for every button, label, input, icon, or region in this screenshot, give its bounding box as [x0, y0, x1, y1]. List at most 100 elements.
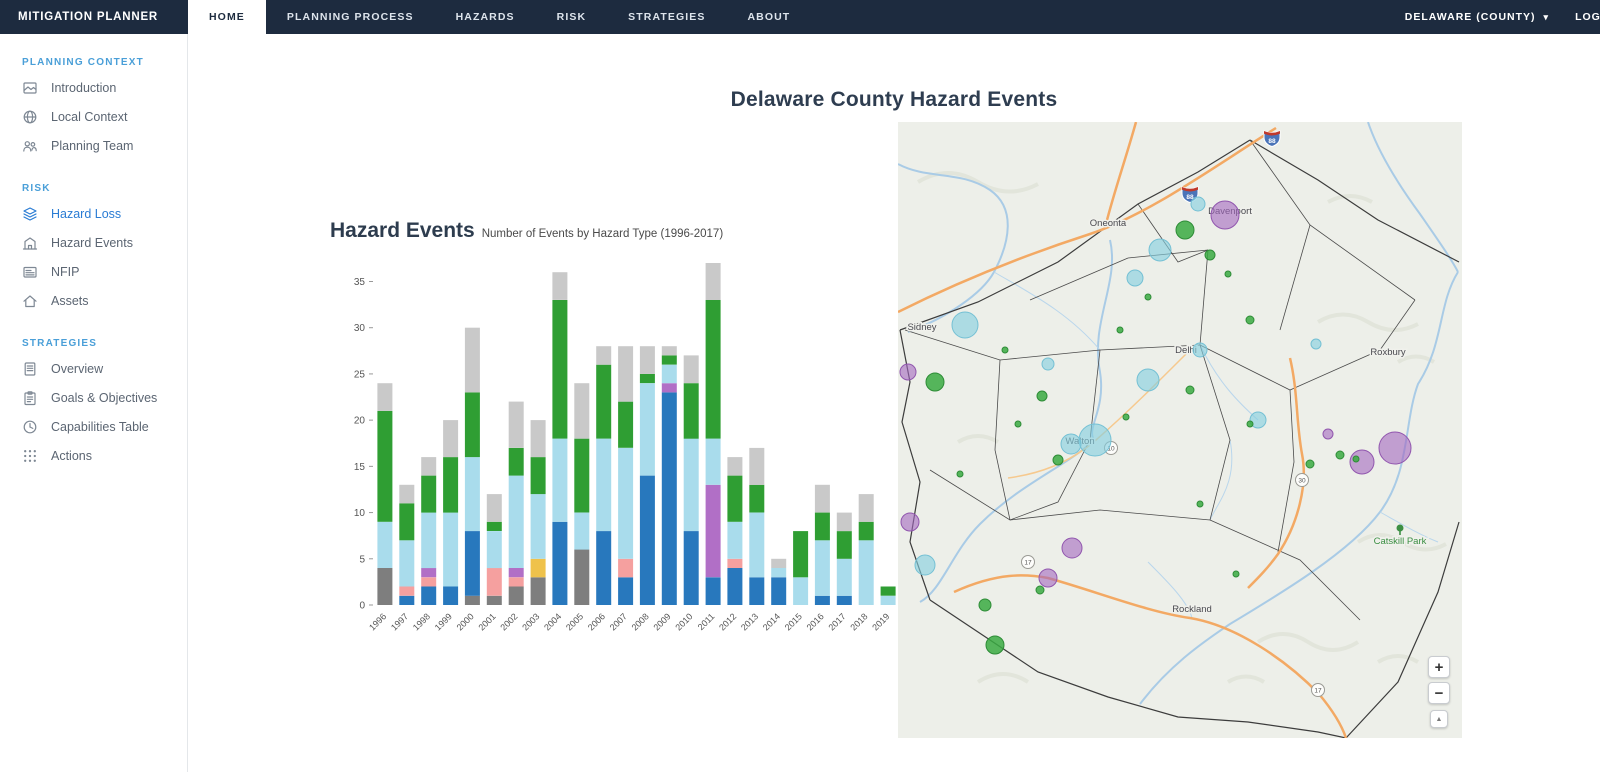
event-bubble: [1014, 420, 1022, 428]
event-bubble: [914, 554, 936, 576]
event-bubble: [1232, 570, 1240, 578]
event-bubble: [1078, 423, 1112, 457]
event-bubble: [925, 372, 945, 392]
top-navbar: MITIGATION PLANNER HOME PLANNING PROCESS H…: [0, 0, 1600, 34]
county-map-svg[interactable]: 888830101717OneontaDavenportSidneyDelhiR…: [898, 122, 1462, 738]
svg-text:2010: 2010: [673, 611, 694, 632]
event-bubble: [1116, 326, 1124, 334]
svg-text:2018: 2018: [848, 611, 869, 632]
svg-text:2004: 2004: [542, 611, 563, 632]
app-brand[interactable]: MITIGATION PLANNER: [0, 0, 188, 34]
event-bubble: [978, 598, 992, 612]
sidebar-item-goals-objectives[interactable]: Goals & Objectives: [0, 383, 187, 412]
sidebar-section-label-planning-context: PLANNING CONTEXT: [22, 57, 144, 68]
zoom-in-button[interactable]: +: [1428, 656, 1450, 678]
sidebar-item-local-context[interactable]: Local Context: [0, 102, 187, 131]
stacked-bar-chart: 0 5 10 15 20 25 30 35 1996 1997 1998 1999 2000 2001 20…: [330, 249, 910, 661]
event-bubble: [1224, 270, 1232, 278]
event-bubble: [1245, 315, 1255, 325]
svg-text:30: 30: [1298, 478, 1306, 485]
sidebar-item-hazard-loss[interactable]: Hazard Loss: [0, 199, 187, 228]
svg-text:1998: 1998: [411, 611, 432, 632]
y-axis: 0 5 10 15 20 25 30 35: [354, 277, 373, 612]
globe-icon: [22, 109, 38, 125]
svg-text:2011: 2011: [696, 611, 717, 632]
sidebar-item-actions[interactable]: Actions: [0, 441, 187, 470]
nav-item-home[interactable]: HOME: [188, 0, 266, 34]
app-root: MITIGATION PLANNER HOME PLANNING PROCESS H…: [0, 0, 1600, 772]
svg-text:2008: 2008: [630, 611, 651, 632]
bars: [377, 263, 896, 605]
picture-frame-icon: [22, 80, 38, 96]
svg-text:2019: 2019: [870, 611, 891, 632]
svg-text:15: 15: [354, 462, 366, 473]
svg-text:Catskill Park: Catskill Park: [1374, 536, 1427, 547]
event-bubble: [1322, 428, 1334, 440]
clock-icon: [22, 419, 38, 435]
sidebar-item-label: Introduction: [51, 80, 117, 95]
svg-text:35: 35: [354, 277, 366, 288]
sidebar: PLANNING CONTEXT Introduction Local Contex…: [0, 34, 188, 772]
chart-header: Hazard Events Number of Events by Hazard …: [330, 219, 910, 243]
nav-item-about[interactable]: ABOUT: [726, 0, 811, 34]
sidebar-item-introduction[interactable]: Introduction: [0, 73, 187, 102]
event-bubble: [951, 311, 979, 339]
event-bubble: [1246, 420, 1254, 428]
event-bubble: [1038, 568, 1058, 588]
sidebar-item-capabilities-table[interactable]: Capabilities Table: [0, 412, 187, 441]
sidebar-section-label-strategies: STRATEGIES: [22, 338, 98, 349]
sidebar-item-label: Capabilities Table: [51, 419, 149, 434]
nav-item-hazards[interactable]: HAZARDS: [435, 0, 536, 34]
people-icon: [22, 138, 38, 154]
page-title: Delaware County Hazard Events: [730, 88, 1058, 111]
event-bubble: [900, 512, 920, 532]
nav-item-planning-process[interactable]: PLANNING PROCESS: [266, 0, 435, 34]
x-axis: 1996 1997 1998 1999 2000 2001 2002 2003 2004 2005…: [367, 611, 891, 632]
event-bubble: [1122, 413, 1130, 421]
event-bubble: [1001, 346, 1009, 354]
event-bubble: [1036, 390, 1048, 402]
map-extra-control[interactable]: ▲: [1430, 710, 1448, 728]
map-zoom-controls: + − ▲: [1428, 656, 1450, 728]
region-selector[interactable]: DELAWARE (COUNTY) ▾: [1405, 11, 1549, 23]
sidebar-item-label: Overview: [51, 361, 104, 376]
chart-title: Hazard Events: [330, 219, 475, 242]
zoom-out-button[interactable]: −: [1428, 682, 1450, 704]
svg-text:2007: 2007: [608, 611, 629, 632]
card-icon: [22, 264, 38, 280]
sidebar-item-assets[interactable]: Assets: [0, 286, 187, 315]
svg-text:30: 30: [354, 323, 366, 334]
svg-text:1997: 1997: [389, 611, 410, 632]
event-bubble: [1196, 500, 1204, 508]
sidebar-item-nfip[interactable]: NFIP: [0, 257, 187, 286]
sidebar-item-planning-team[interactable]: Planning Team: [0, 131, 187, 160]
svg-text:2016: 2016: [805, 611, 826, 632]
event-bubble: [1335, 450, 1345, 460]
logout-button[interactable]: LOGOUT: [1575, 11, 1600, 23]
svg-text:Roxbury: Roxbury: [1370, 347, 1406, 358]
svg-text:2006: 2006: [586, 611, 607, 632]
nav-item-strategies[interactable]: STRATEGIES: [607, 0, 726, 34]
sidebar-item-label: Hazard Loss: [51, 206, 122, 221]
navbar-right: DELAWARE (COUNTY) ▾ LOGOUT: [1405, 0, 1600, 34]
county-map[interactable]: 888830101717OneontaDavenportSidneyDelhiR…: [898, 122, 1462, 738]
sidebar-item-label: Hazard Events: [51, 235, 133, 250]
document-icon: [22, 361, 38, 377]
event-bubble: [1378, 431, 1412, 465]
svg-text:1996: 1996: [367, 611, 388, 632]
svg-text:1999: 1999: [433, 611, 454, 632]
svg-text:20: 20: [354, 416, 366, 427]
event-bubble: [1192, 342, 1208, 358]
sidebar-item-overview[interactable]: Overview: [0, 354, 187, 383]
event-bubble: [985, 635, 1005, 655]
hazard-events-chart-block: Hazard Events Number of Events by Hazard …: [330, 219, 910, 661]
event-bubble: [1210, 200, 1240, 230]
sidebar-item-hazard-events[interactable]: Hazard Events: [0, 228, 187, 257]
event-bubble: [1061, 537, 1083, 559]
svg-text:2000: 2000: [455, 611, 476, 632]
building-alert-icon: [22, 235, 38, 251]
nav-item-risk[interactable]: RISK: [536, 0, 608, 34]
event-bubble: [1041, 357, 1055, 371]
event-bubble: [1349, 449, 1375, 475]
event-bubble: [1175, 220, 1195, 240]
